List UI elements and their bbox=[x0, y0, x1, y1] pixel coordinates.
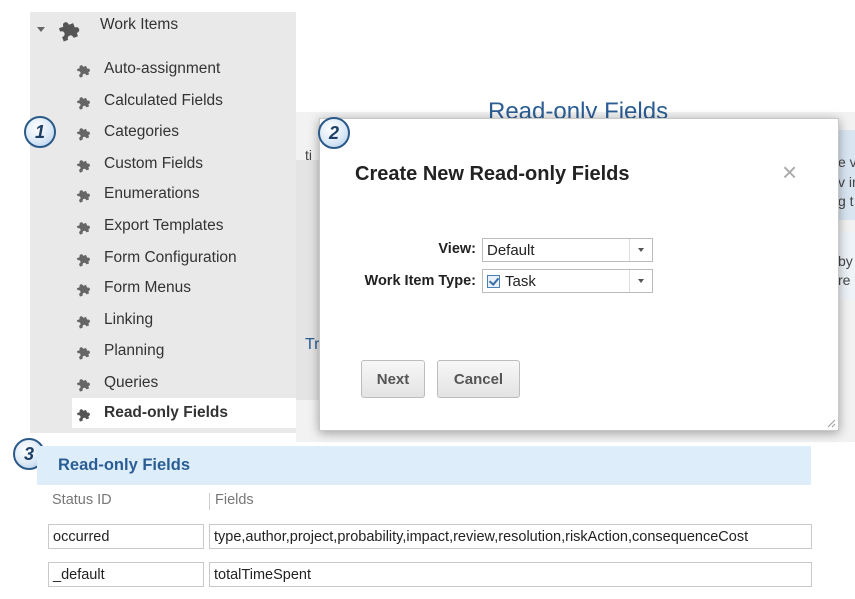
create-read-only-fields-dialog: Create New Read-only Fields × View: Defa… bbox=[319, 118, 839, 431]
sidebar-item-read-only-fields[interactable]: Read-only Fields bbox=[72, 398, 296, 428]
close-icon[interactable]: × bbox=[782, 159, 797, 185]
callout-badge-1: 1 bbox=[24, 116, 56, 148]
sidebar-item-label: Enumerations bbox=[104, 185, 200, 202]
sidebar-item-enumerations[interactable]: Enumerations bbox=[72, 179, 296, 209]
background-text-fragment: Tr bbox=[305, 336, 320, 353]
sidebar-item-calculated-fields[interactable]: Calculated Fields bbox=[72, 86, 296, 116]
column-header-fields: Fields bbox=[215, 492, 254, 508]
fields-input[interactable]: totalTimeSpent bbox=[209, 562, 812, 587]
puzzle-icon bbox=[76, 222, 90, 235]
column-header-status-id: Status ID bbox=[52, 492, 112, 508]
section-title: Read-only Fields bbox=[58, 456, 191, 474]
puzzle-icon bbox=[76, 65, 90, 78]
puzzle-icon bbox=[76, 128, 90, 141]
puzzle-icon bbox=[76, 97, 90, 110]
background-text-fragment: e v bbox=[838, 154, 855, 170]
fields-input[interactable]: type,author,project,probability,impact,r… bbox=[209, 524, 812, 549]
sidebar-item-label: Queries bbox=[104, 374, 159, 391]
puzzle-icon bbox=[76, 284, 90, 297]
sidebar-item-label: Read-only Fields bbox=[104, 404, 229, 421]
background-text-fragment: v ir bbox=[838, 174, 855, 190]
background-text-fragment: by bbox=[838, 253, 853, 269]
background-text-fragment: re bbox=[838, 272, 851, 288]
sidebar-item-label: Calculated Fields bbox=[104, 92, 223, 109]
work-item-type-text: Task bbox=[505, 272, 536, 290]
sidebar-item-label: Auto-assignment bbox=[104, 60, 221, 77]
work-item-type-select-value: Task bbox=[487, 273, 629, 290]
sidebar-item-label: Export Templates bbox=[104, 217, 224, 234]
view-select[interactable]: Default bbox=[482, 238, 653, 262]
view-select-value: Default bbox=[487, 241, 535, 259]
admin-sidebar: Work Items Auto-assignment Calculated Fi… bbox=[30, 12, 296, 433]
view-label: View: bbox=[438, 241, 476, 257]
collapse-arrow-icon[interactable] bbox=[37, 27, 45, 32]
puzzle-icon bbox=[76, 254, 90, 267]
puzzle-icon bbox=[76, 160, 90, 173]
sidebar-item-auto-assignment[interactable]: Auto-assignment bbox=[72, 54, 296, 84]
next-button[interactable]: Next bbox=[361, 360, 425, 398]
sidebar-item-label: Categories bbox=[104, 123, 179, 140]
background-text-fragment: ti bbox=[305, 147, 312, 163]
sidebar-item-label: Form Configuration bbox=[104, 249, 237, 266]
task-icon bbox=[487, 274, 500, 288]
puzzle-icon bbox=[76, 409, 90, 422]
sidebar-item-linking[interactable]: Linking bbox=[72, 305, 296, 335]
chevron-down-icon[interactable] bbox=[629, 270, 652, 292]
background-left-column bbox=[296, 160, 320, 400]
sidebar-item-export-templates[interactable]: Export Templates bbox=[72, 211, 296, 241]
chevron-down-icon[interactable] bbox=[629, 239, 652, 261]
sidebar-item-form-menus[interactable]: Form Menus bbox=[72, 273, 296, 303]
sidebar-group-work-items[interactable]: Work Items bbox=[100, 16, 178, 34]
sidebar-item-label: Custom Fields bbox=[104, 155, 204, 172]
sidebar-item-categories[interactable]: Categories bbox=[72, 117, 296, 147]
callout-badge-2: 2 bbox=[318, 117, 350, 149]
puzzle-icon bbox=[76, 379, 90, 392]
puzzle-icon bbox=[58, 22, 80, 42]
sidebar-item-queries[interactable]: Queries bbox=[72, 368, 296, 398]
background-text-fragment: g t bbox=[838, 193, 854, 209]
column-divider bbox=[209, 493, 210, 510]
status-id-input[interactable]: _default bbox=[48, 562, 204, 587]
puzzle-icon bbox=[76, 316, 90, 329]
sidebar-item-planning[interactable]: Planning bbox=[72, 336, 296, 366]
sidebar-item-label: Form Menus bbox=[104, 279, 191, 296]
work-item-type-label: Work Item Type: bbox=[364, 273, 476, 289]
puzzle-icon bbox=[76, 347, 90, 360]
cancel-button[interactable]: Cancel bbox=[437, 360, 520, 398]
sidebar-item-form-configuration[interactable]: Form Configuration bbox=[72, 243, 296, 273]
puzzle-icon bbox=[76, 190, 90, 203]
work-item-type-select[interactable]: Task bbox=[482, 269, 653, 293]
dialog-title: Create New Read-only Fields bbox=[355, 163, 630, 185]
sidebar-item-custom-fields[interactable]: Custom Fields bbox=[72, 149, 296, 179]
sidebar-item-label: Planning bbox=[104, 342, 165, 359]
resize-grip-icon[interactable] bbox=[826, 418, 836, 428]
status-id-input[interactable]: occurred bbox=[48, 524, 204, 549]
sidebar-item-label: Linking bbox=[104, 311, 154, 328]
